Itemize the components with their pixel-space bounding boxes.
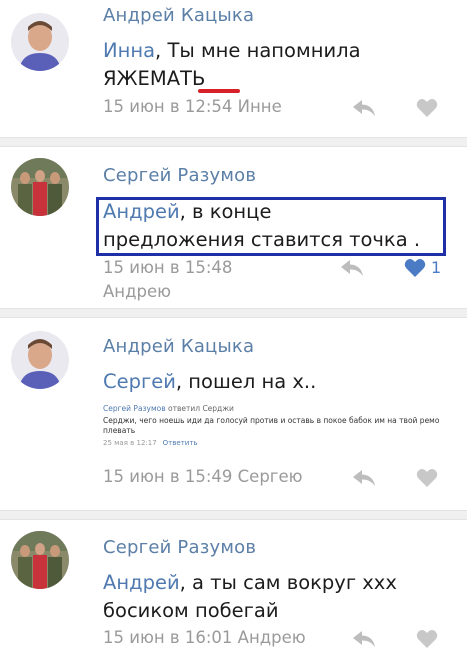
comment-meta: 15 июн в 15:48 xyxy=(103,258,233,277)
avatar[interactable] xyxy=(11,13,69,71)
comment-text: Андрей, а ты сам вокруг ххх босиком побе… xyxy=(103,571,397,622)
comment-meta-recipient: Андрею xyxy=(103,282,171,301)
quoted-author[interactable]: Сергей Разумов xyxy=(103,404,166,413)
divider xyxy=(0,309,467,317)
highlight-box xyxy=(96,197,446,256)
reply-arrow-icon[interactable] xyxy=(352,630,376,648)
comment-1: Андрей Кацыка Инна, Ты мне напомнила ЯЖЕ… xyxy=(0,0,467,137)
heart-icon[interactable] xyxy=(404,258,426,278)
avatar[interactable] xyxy=(11,158,69,216)
avatar[interactable] xyxy=(11,531,69,589)
author-name[interactable]: Сергей Разумов xyxy=(103,537,256,558)
divider xyxy=(0,138,467,146)
reply-arrow-icon[interactable] xyxy=(340,259,364,277)
quoted-date: 25 мая в 12:17 xyxy=(103,439,157,447)
comment-meta: 15 июн в 16:01 Андрею xyxy=(103,628,306,647)
heart-icon[interactable] xyxy=(416,468,438,488)
quoted-action: ответил Серджи xyxy=(168,404,234,413)
avatar[interactable] xyxy=(11,331,69,389)
comment-meta: 15 июн в 15:49 Сергею xyxy=(103,467,303,486)
comment-text: Сергей, пошел на х.. xyxy=(103,370,317,393)
author-name[interactable]: Сергей Разумов xyxy=(103,165,256,186)
quoted-text: Серджи, чего ноешь иди да голосуй против… xyxy=(103,416,440,435)
reply-arrow-icon[interactable] xyxy=(352,99,376,117)
heart-icon[interactable] xyxy=(416,629,438,649)
comment-text: Инна, Ты мне напомнила ЯЖЕМАТЬ xyxy=(103,39,361,90)
quoted-comment: Сергей Разумов ответил Серджи Серджи, че… xyxy=(103,404,443,447)
comment-4: Сергей Разумов Андрей, а ты сам вокруг х… xyxy=(0,520,467,656)
divider xyxy=(0,511,467,519)
author-name[interactable]: Андрей Кацыка xyxy=(103,5,254,26)
heart-icon[interactable] xyxy=(416,98,438,118)
quoted-reply-link[interactable]: Ответить xyxy=(163,439,198,447)
red-underline-mark xyxy=(198,89,240,93)
reply-arrow-icon[interactable] xyxy=(352,469,376,487)
mention-link[interactable]: Андрей xyxy=(103,571,180,594)
mention-link[interactable]: Инна xyxy=(103,39,155,62)
like-count: 1 xyxy=(431,258,442,277)
comment-meta: 15 июн в 12:54 Инне xyxy=(103,97,282,116)
author-name[interactable]: Андрей Кацыка xyxy=(103,336,254,357)
mention-link[interactable]: Сергей xyxy=(103,370,176,393)
